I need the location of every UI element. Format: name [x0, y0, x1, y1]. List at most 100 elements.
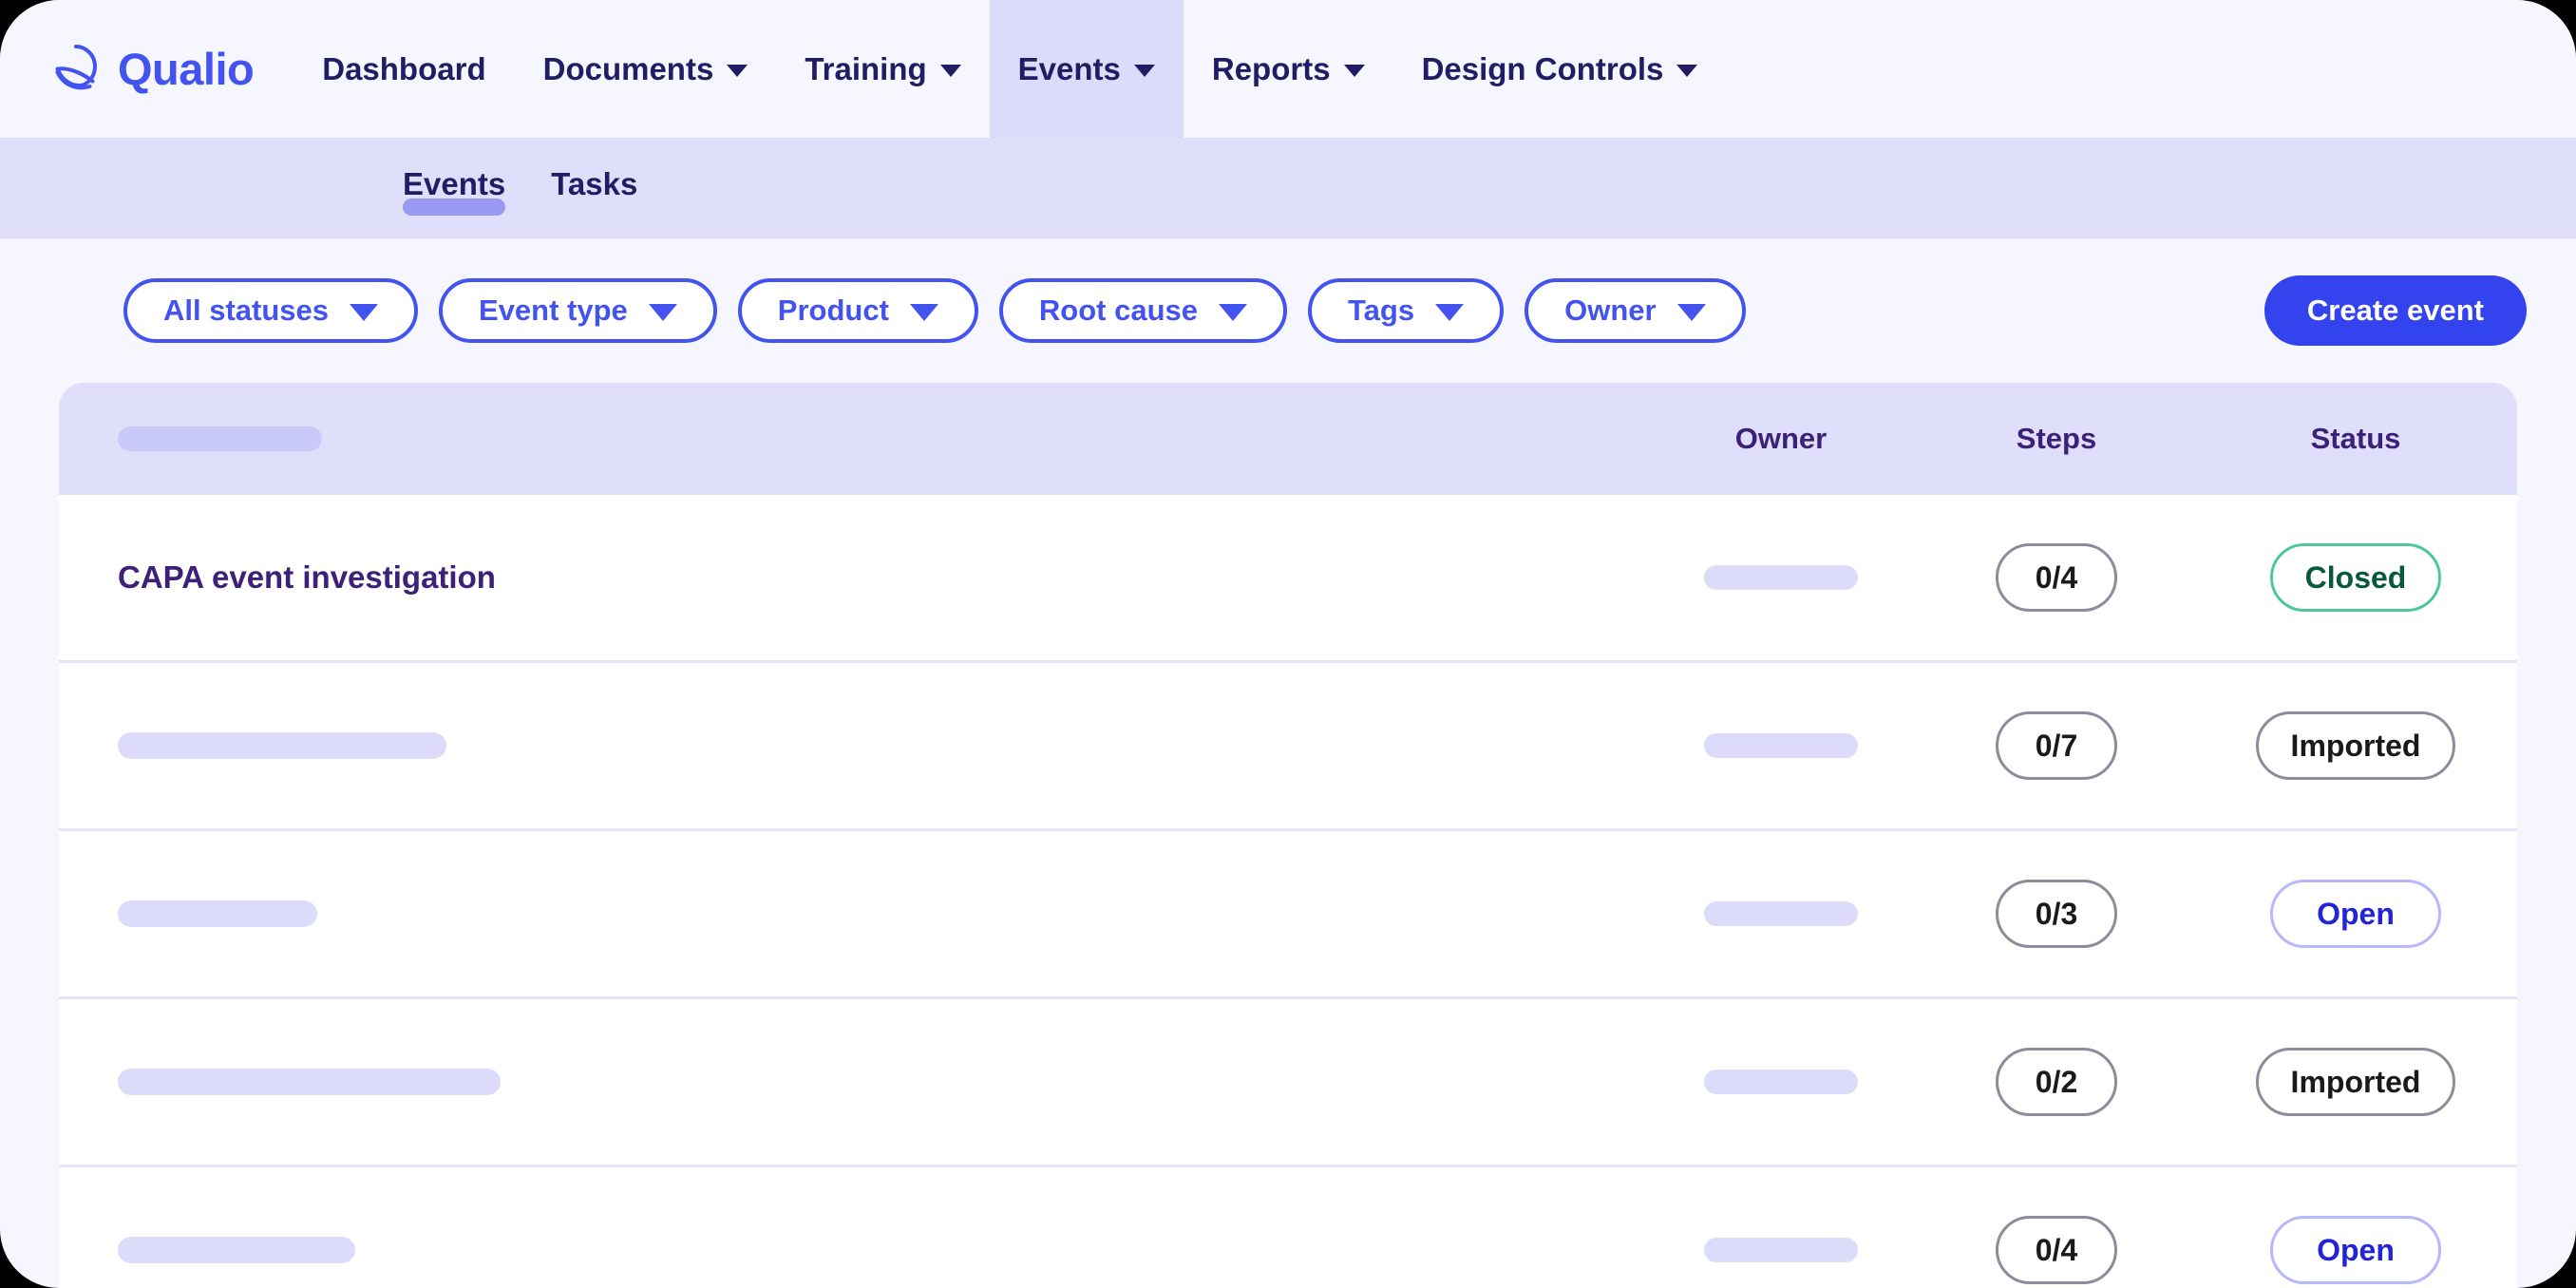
filter-label: All statuses	[163, 294, 329, 328]
column-header-owner[interactable]: Owner	[1643, 422, 1919, 456]
redacted-owner-name	[1704, 1238, 1858, 1262]
filter-tags[interactable]: Tags	[1308, 278, 1504, 343]
table-row[interactable]: CAPA event investigation 0/4 Closed	[59, 495, 2517, 660]
brand-logo[interactable]: Qualio	[0, 0, 294, 138]
nav-item-label: Training	[805, 51, 926, 87]
tab-tasks[interactable]: Tasks	[528, 138, 660, 202]
status-badge: Open	[2270, 1216, 2441, 1284]
filter-all-statuses[interactable]: All statuses	[123, 278, 418, 343]
cell-status: Closed	[2194, 543, 2517, 612]
nav-item-events[interactable]: Events	[990, 0, 1184, 138]
cell-steps: 0/2	[1919, 1048, 2194, 1116]
chevron-down-icon	[1344, 65, 1365, 77]
nav-item-documents[interactable]: Documents	[515, 0, 777, 138]
chevron-down-icon	[727, 65, 748, 77]
chevron-down-icon	[1435, 304, 1464, 321]
cell-event-name[interactable]	[118, 1237, 1643, 1263]
cell-status: Imported	[2194, 711, 2517, 780]
tab-label: Events	[403, 166, 505, 201]
table-row[interactable]: 0/3 Open	[59, 828, 2517, 996]
status-badge: Imported	[2256, 711, 2456, 780]
status-badge: Open	[2270, 880, 2441, 948]
filter-root-cause[interactable]: Root cause	[999, 278, 1287, 343]
cell-steps: 0/3	[1919, 880, 2194, 948]
events-table-header-row: Owner Steps Status	[59, 383, 2517, 495]
brand-name: Qualio	[118, 47, 254, 91]
table-row[interactable]: 0/2 Imported	[59, 996, 2517, 1165]
cell-owner	[1643, 733, 1919, 758]
app-window: Qualio Dashboard Documents Training Events R…	[0, 0, 2576, 1288]
filter-label: Owner	[1564, 294, 1656, 328]
chevron-down-icon	[940, 65, 961, 77]
redacted-column-label	[118, 426, 322, 451]
cell-event-name[interactable]	[118, 1069, 1643, 1095]
tab-events[interactable]: Events	[380, 138, 528, 202]
filter-toolbar: All statuses Event type Product Root cause T…	[0, 238, 2576, 383]
filter-owner[interactable]: Owner	[1525, 278, 1745, 343]
chevron-down-icon	[1676, 65, 1697, 77]
redacted-owner-name	[1704, 901, 1858, 926]
cell-owner	[1643, 1238, 1919, 1262]
filter-label: Product	[778, 294, 889, 328]
steps-badge: 0/2	[1996, 1048, 2117, 1116]
nav-item-training[interactable]: Training	[776, 0, 989, 138]
redacted-owner-name	[1704, 565, 1858, 590]
nav-item-dashboard[interactable]: Dashboard	[294, 0, 514, 138]
steps-badge: 0/4	[1996, 543, 2117, 612]
cell-event-name[interactable]	[118, 900, 1643, 927]
column-header-status[interactable]: Status	[2194, 422, 2517, 456]
redacted-event-name	[118, 1237, 355, 1263]
cell-steps: 0/4	[1919, 1216, 2194, 1284]
event-name-link[interactable]: CAPA event investigation	[118, 559, 496, 596]
filter-pill-group: All statuses Event type Product Root cause T…	[123, 278, 2264, 343]
nav-item-design-controls[interactable]: Design Controls	[1393, 0, 1727, 138]
cell-event-name[interactable]	[118, 732, 1643, 759]
cell-status: Open	[2194, 1216, 2517, 1284]
steps-badge: 0/7	[1996, 711, 2117, 780]
filter-label: Tags	[1348, 294, 1414, 328]
redacted-owner-name	[1704, 733, 1858, 758]
filter-label: Event type	[479, 294, 628, 328]
column-header-steps[interactable]: Steps	[1919, 422, 2194, 456]
steps-badge: 0/4	[1996, 1216, 2117, 1284]
redacted-owner-name	[1704, 1070, 1858, 1094]
table-row[interactable]: 0/4 Open	[59, 1165, 2517, 1288]
cell-status: Open	[2194, 880, 2517, 948]
filter-event-type[interactable]: Event type	[439, 278, 717, 343]
steps-badge: 0/3	[1996, 880, 2117, 948]
redacted-event-name	[118, 900, 317, 927]
primary-nav-items: Dashboard Documents Training Events Reports D…	[294, 0, 1726, 138]
top-navigation-bar: Qualio Dashboard Documents Training Events R…	[0, 0, 2576, 138]
nav-item-label: Events	[1018, 51, 1121, 87]
cell-owner	[1643, 565, 1919, 590]
cell-steps: 0/4	[1919, 543, 2194, 612]
nav-item-label: Dashboard	[322, 51, 485, 87]
create-event-button[interactable]: Create event	[2264, 275, 2527, 346]
cell-owner	[1643, 901, 1919, 926]
cell-event-name[interactable]: CAPA event investigation	[118, 559, 1643, 596]
cell-steps: 0/7	[1919, 711, 2194, 780]
redacted-event-name	[118, 732, 446, 759]
sub-navigation-tabs: Events Tasks	[0, 138, 2576, 238]
cell-owner	[1643, 1070, 1919, 1094]
active-tab-indicator	[403, 199, 505, 216]
events-table-body: CAPA event investigation 0/4 Closed 0/7 Impo…	[59, 495, 2517, 1288]
tab-label: Tasks	[551, 166, 637, 201]
nav-item-reports[interactable]: Reports	[1184, 0, 1393, 138]
status-badge: Closed	[2270, 543, 2442, 612]
column-header-name[interactable]	[118, 426, 1643, 451]
chevron-down-icon	[1677, 304, 1706, 321]
nav-item-label: Design Controls	[1422, 51, 1664, 87]
table-row[interactable]: 0/7 Imported	[59, 660, 2517, 828]
chevron-down-icon	[1134, 65, 1155, 77]
status-badge: Imported	[2256, 1048, 2456, 1116]
filter-product[interactable]: Product	[738, 278, 978, 343]
qualio-wave-circle-icon	[49, 43, 103, 96]
chevron-down-icon	[350, 304, 378, 321]
cell-status: Imported	[2194, 1048, 2517, 1116]
redacted-event-name	[118, 1069, 501, 1095]
filter-label: Root cause	[1039, 294, 1198, 328]
chevron-down-icon	[1219, 304, 1247, 321]
chevron-down-icon	[649, 304, 677, 321]
events-table: Owner Steps Status CAPA event investigat…	[59, 383, 2517, 1288]
